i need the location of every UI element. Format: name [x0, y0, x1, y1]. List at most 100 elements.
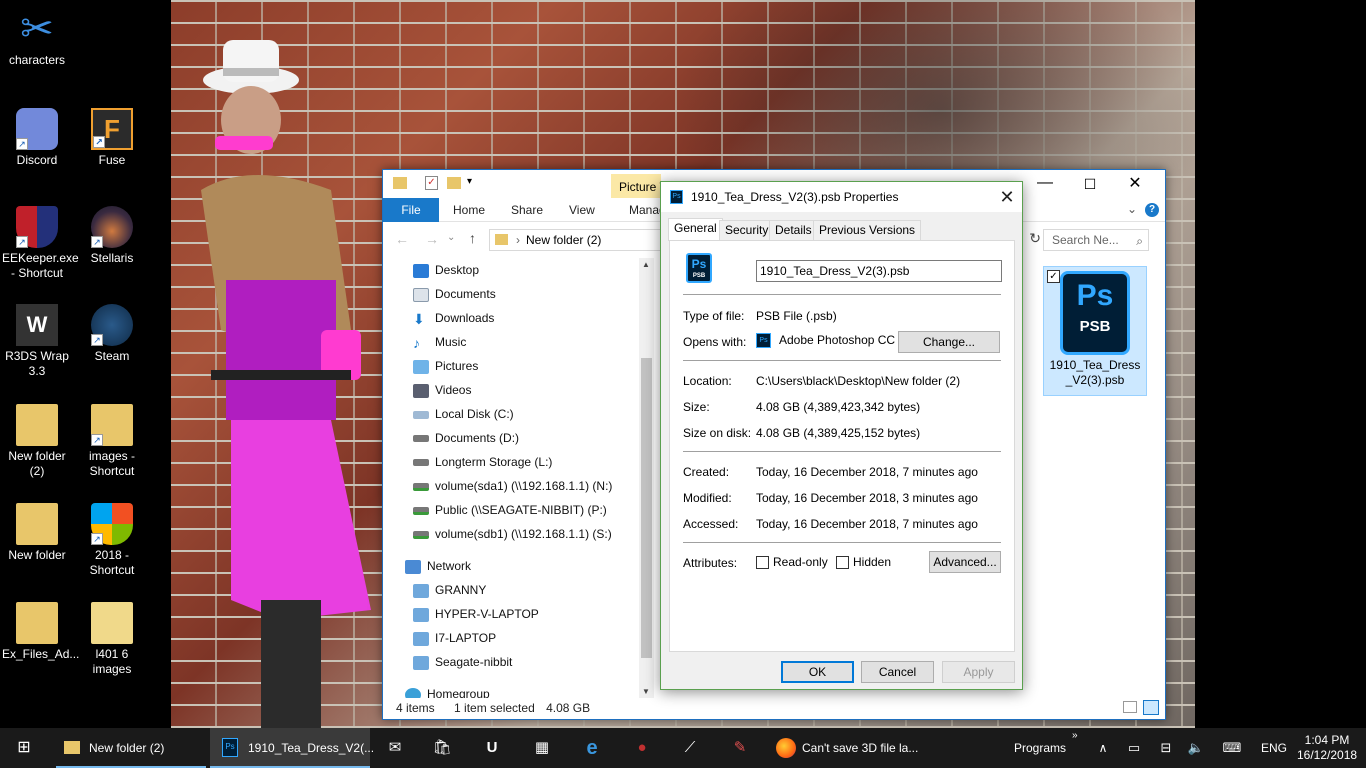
close-button[interactable]: ✕ [1115, 170, 1155, 198]
up-arrow-icon[interactable]: ↑ [469, 230, 476, 246]
ok-button[interactable]: OK [781, 661, 854, 683]
windows-start-icon[interactable]: ⊞ [12, 736, 36, 760]
nav-item-local-disk-c[interactable]: Local Disk (C:) [413, 402, 514, 426]
checkbox-box[interactable] [836, 556, 849, 570]
nav-item-public-seagate[interactable]: Public (\\SEAGATE-NIBBIT) (P:) [413, 498, 607, 522]
toolbar-expand-icon[interactable]: » [1072, 716, 1078, 756]
paint-icon[interactable]: ✎ [728, 736, 752, 760]
unreal-engine-icon[interactable]: U [480, 736, 504, 760]
mail-icon[interactable]: ✉ [383, 736, 407, 760]
tab-security[interactable]: Security [719, 220, 775, 240]
back-arrow-icon[interactable]: ← [395, 231, 409, 247]
tab-view[interactable]: View [559, 198, 605, 222]
nav-item-network[interactable]: Network [405, 554, 471, 578]
taskbar-item-firefox[interactable]: Can't save 3D file la... [770, 728, 970, 768]
scrollbar-thumb[interactable] [641, 358, 652, 658]
tab-general[interactable]: General [668, 218, 723, 241]
desktop-icon-stellaris[interactable]: ↗ Stellaris [77, 206, 147, 266]
cancel-button[interactable]: Cancel [861, 661, 934, 683]
customize-toolbar-icon[interactable]: ▾ [467, 176, 472, 187]
clock[interactable]: 1:04 PM 16/12/2018 [1297, 728, 1357, 768]
ribbon-expand-chevron-icon[interactable]: ⌄ [1127, 202, 1137, 216]
nav-item-volume-sdb1[interactable]: volume(sdb1) (\\192.168.1.1) (S:) [413, 522, 612, 546]
search-input[interactable]: Search Ne... ⌕ [1043, 229, 1149, 251]
battery-icon[interactable]: ▭ [1122, 736, 1146, 760]
properties-dialog[interactable]: Ps 1910_Tea_Dress_V2(3).psb Properties ✕… [660, 181, 1023, 690]
edge-icon[interactable]: e [580, 736, 604, 760]
network-icon[interactable]: ⊟ [1154, 736, 1178, 760]
tab-file[interactable]: File [383, 198, 439, 222]
refresh-icon[interactable]: ↻ [1029, 230, 1041, 247]
nav-item-longterm-storage[interactable]: Longterm Storage (L:) [413, 450, 552, 474]
nav-item-downloads[interactable]: ⬇ Downloads [413, 306, 494, 330]
nav-item-homegroup[interactable]: Homegroup [405, 682, 490, 698]
app-icon[interactable]: ● [630, 736, 654, 760]
tab-share[interactable]: Share [501, 198, 553, 222]
new-folder-icon[interactable] [447, 177, 461, 189]
taskbar-item-properties[interactable]: Ps 1910_Tea_Dress_V2(... [210, 728, 374, 768]
advanced-button[interactable]: Advanced... [929, 551, 1001, 573]
desktop-icon-discord[interactable]: ↗ Discord [2, 108, 72, 168]
nav-item-pictures[interactable]: Pictures [413, 354, 478, 378]
nav-item-videos[interactable]: Videos [413, 378, 471, 402]
checkbox-box[interactable] [756, 556, 769, 570]
size-on-disk-value: 4.08 GB (4,389,425,152 bytes) [756, 426, 921, 440]
store-icon[interactable]: 🛍 [430, 736, 454, 760]
change-button[interactable]: Change... [898, 331, 1000, 353]
recent-locations-chevron-icon[interactable]: ⌄ [447, 232, 455, 243]
nav-item-documents-d[interactable]: Documents (D:) [413, 426, 519, 450]
minimize-button[interactable]: — [1025, 170, 1065, 198]
keyboard-icon[interactable]: ⌨ [1220, 736, 1244, 760]
apply-button[interactable]: Apply [942, 661, 1015, 683]
picture-tools-context-tab[interactable]: Picture T [611, 174, 661, 198]
desktop-icon-fuse[interactable]: F ↗ Fuse [77, 108, 147, 168]
filename-field[interactable] [756, 260, 1002, 282]
programs-toolbar[interactable]: Programs [1014, 728, 1066, 768]
chevron-up-icon[interactable]: ∧ [1091, 736, 1115, 760]
readonly-checkbox[interactable]: Read-only [756, 555, 828, 570]
tab-details[interactable]: Details [769, 220, 818, 240]
calendar-icon[interactable]: ▦ [530, 736, 554, 760]
desktop-icon-ex-files[interactable]: Ex_Files_Ad... [2, 602, 79, 662]
nav-item-hyper-v-laptop[interactable]: HYPER-V-LAPTOP [413, 602, 539, 626]
scroll-up-icon[interactable]: ▲ [642, 260, 650, 269]
close-button[interactable]: ✕ [992, 182, 1022, 212]
computer-icon [413, 631, 429, 646]
desktop-icon-new-folder-2[interactable]: New folder (2) [2, 404, 72, 479]
nav-item-music[interactable]: ♪ Music [413, 330, 466, 354]
chart-app-icon[interactable]: ⟋ [678, 736, 702, 760]
desktop-icon-r3ds-wrap[interactable]: W R3DS Wrap 3.3 [2, 304, 72, 379]
nav-item-documents[interactable]: Documents [413, 282, 496, 306]
forward-arrow-icon[interactable]: → [425, 231, 439, 247]
tab-home[interactable]: Home [443, 198, 495, 222]
item-checkbox[interactable]: ✓ [1047, 270, 1060, 283]
nav-item-i7-laptop[interactable]: I7-LAPTOP [413, 626, 496, 650]
large-icons-view-icon[interactable] [1143, 700, 1159, 715]
volume-icon[interactable]: 🔈 [1184, 736, 1208, 760]
language-indicator[interactable]: ENG [1261, 728, 1287, 768]
nav-item-granny[interactable]: GRANNY [413, 578, 486, 602]
address-bar[interactable]: › New folder (2) [489, 229, 669, 251]
desktop-icon-2018-shortcut[interactable]: ↗ 2018 - Shortcut [77, 503, 147, 578]
nav-item-volume-sda1[interactable]: volume(sda1) (\\192.168.1.1) (N:) [413, 474, 612, 498]
details-view-icon[interactable] [1123, 701, 1137, 713]
file-item-psb[interactable]: ✓ Ps PSB 1910_Tea_Dress_V2(3).psb [1043, 266, 1147, 396]
nav-item-seagate-nibbit[interactable]: Seagate-nibbit [413, 650, 512, 674]
properties-check-icon[interactable]: ✓ [425, 176, 438, 190]
navigation-scrollbar[interactable]: ▲ ▼ [639, 258, 654, 698]
quick-access-folder-icon[interactable] [393, 177, 407, 189]
tab-previous-versions[interactable]: Previous Versions [813, 220, 922, 240]
desktop-icon-new-folder[interactable]: New folder [2, 503, 72, 563]
desktop-icon-eekeeper[interactable]: ↗ EEKeeper.exe - Shortcut [2, 206, 79, 281]
desktop-icon-images-shortcut[interactable]: ↗ images - Shortcut [77, 404, 147, 479]
scroll-down-icon[interactable]: ▼ [642, 687, 650, 696]
hidden-checkbox[interactable]: Hidden [836, 555, 891, 570]
taskbar-item-explorer[interactable]: New folder (2) [56, 728, 206, 768]
desktop-icon-characters[interactable]: ✂ characters [2, 8, 72, 68]
dialog-titlebar[interactable]: Ps 1910_Tea_Dress_V2(3).psb Properties ✕ [661, 182, 1022, 212]
desktop-icon-steam[interactable]: ↗ Steam [77, 304, 147, 364]
desktop-icon-l401-images[interactable]: l401 6 images [77, 602, 147, 677]
help-icon[interactable]: ? [1145, 203, 1159, 217]
nav-item-desktop[interactable]: Desktop [413, 258, 479, 282]
maximize-button[interactable]: ☐ [1070, 170, 1110, 198]
